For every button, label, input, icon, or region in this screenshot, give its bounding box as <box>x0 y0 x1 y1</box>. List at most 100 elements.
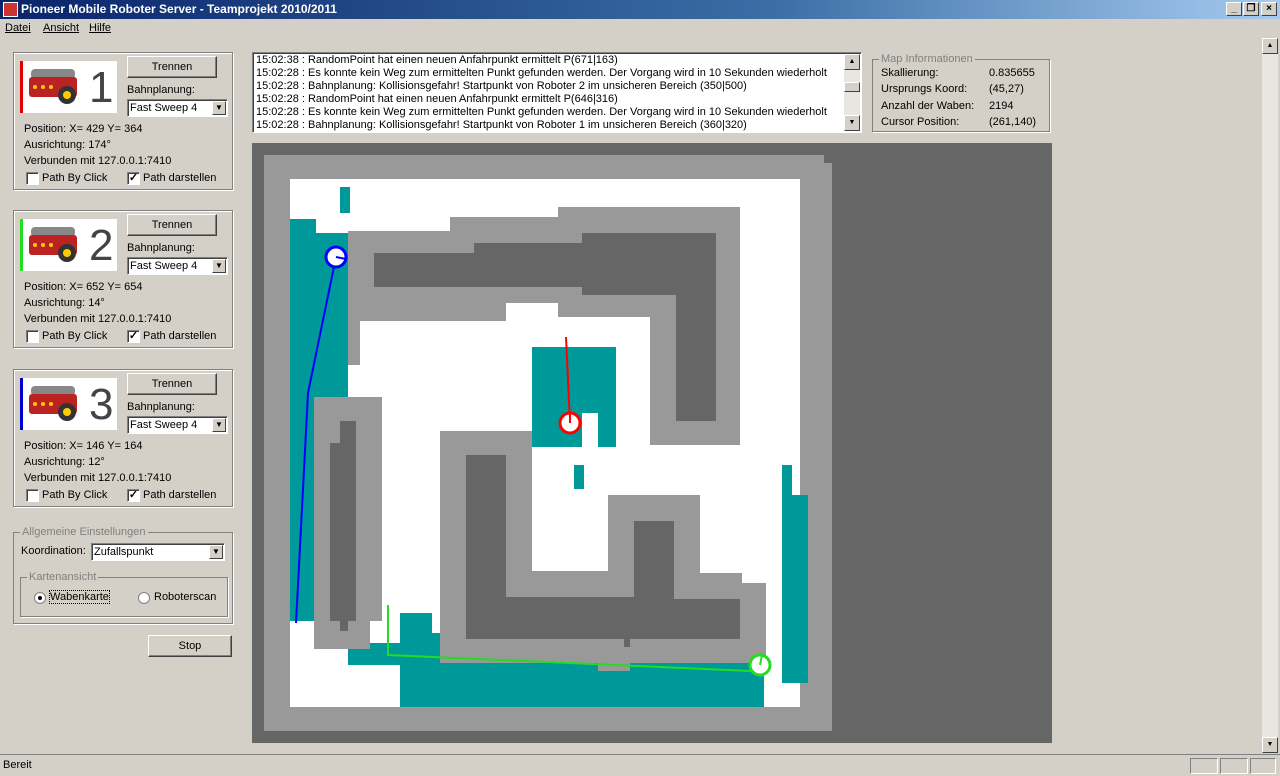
robot-2-marker[interactable] <box>748 653 772 677</box>
robot-connection: Verbunden mit 127.0.0.1:7410 <box>24 155 172 167</box>
status-text: Bereit <box>3 759 32 771</box>
robot-position: Position: X= 146 Y= 164 <box>24 440 143 452</box>
coordination-value: Zufallspunkt <box>94 546 154 558</box>
log-list[interactable]: 15:02:38 : RandomPoint hat einen neuen A… <box>252 52 862 133</box>
path-by-click-checkbox[interactable] <box>26 489 39 502</box>
log-scrollbar[interactable]: ▲ ▼ <box>844 54 860 131</box>
map-info-value: (45,27) <box>989 83 1024 95</box>
menu-hilfe[interactable]: Hilfe <box>89 22 111 34</box>
path-show-checkbox[interactable]: ✓ <box>127 330 140 343</box>
path-show-label[interactable]: Path darstellen <box>143 489 216 501</box>
robot-image: 2 <box>20 219 117 271</box>
window-scrollbar[interactable]: ▲ ▼ <box>1262 38 1278 753</box>
planning-select[interactable]: Fast Sweep 4 ▼ <box>127 99 228 117</box>
robot-1-marker[interactable] <box>558 411 582 435</box>
status-cell <box>1190 758 1218 774</box>
stop-button[interactable]: Stop <box>148 635 232 657</box>
path-by-click-label[interactable]: Path By Click <box>42 172 107 184</box>
scroll-up-icon[interactable]: ▲ <box>1262 38 1278 54</box>
planning-label: Bahnplanung: <box>127 401 195 413</box>
scroll-up-icon[interactable]: ▲ <box>844 54 860 70</box>
path-show-label[interactable]: Path darstellen <box>143 172 216 184</box>
general-settings-legend: Allgemeine Einstellungen <box>20 526 148 538</box>
chevron-down-icon[interactable]: ▼ <box>212 101 226 115</box>
robot-number: 2 <box>89 221 114 270</box>
coordination-select[interactable]: Zufallspunkt ▼ <box>91 543 225 561</box>
scroll-thumb[interactable] <box>844 82 860 92</box>
explored-right <box>782 465 808 683</box>
robot-panel-1: 1 Trennen Bahnplanung: Fast Sweep 4 ▼ Positio… <box>13 52 233 190</box>
path-show-checkbox[interactable]: ✓ <box>127 172 140 185</box>
coordination-label: Koordination: <box>21 545 86 557</box>
title-bar: Pioneer Mobile Roboter Server - Teamproj… <box>0 0 1280 19</box>
path-by-click-label[interactable]: Path By Click <box>42 489 107 501</box>
log-entry: 15:02:28 : Bahnplanung: Kollisionsgefahr… <box>256 80 747 92</box>
path-by-click-checkbox[interactable] <box>26 172 39 185</box>
robot-icon <box>29 386 77 421</box>
map-info-key: Cursor Position: <box>881 116 960 128</box>
path-show-checkbox[interactable]: ✓ <box>127 489 140 502</box>
status-cell <box>1220 758 1248 774</box>
radio-honeycomb-label[interactable]: Wabenkarte <box>49 590 110 604</box>
path-by-click-label[interactable]: Path By Click <box>42 330 107 342</box>
planning-value: Fast Sweep 4 <box>130 260 198 272</box>
disconnect-button[interactable]: Trennen <box>127 56 217 78</box>
planning-select[interactable]: Fast Sweep 4 ▼ <box>127 416 228 434</box>
planning-value: Fast Sweep 4 <box>130 102 198 114</box>
robot-orientation: Ausrichtung: 12° <box>24 456 105 468</box>
robot-image: 3 <box>20 378 117 430</box>
log-entry: 15:02:28 : Bahnplanung: Kollisionsgefahr… <box>256 119 747 131</box>
status-cell <box>1250 758 1276 774</box>
radio-honeycomb[interactable] <box>34 592 46 604</box>
explored-patch <box>574 465 584 489</box>
honeycomb-map[interactable] <box>252 143 1052 743</box>
map-view-group: Kartenansicht Wabenkarte Roboterscan <box>20 571 228 617</box>
robot-3-marker[interactable] <box>324 245 348 269</box>
robot-connection: Verbunden mit 127.0.0.1:7410 <box>24 313 172 325</box>
robot-icon <box>29 69 77 104</box>
minimize-button[interactable]: _ <box>1226 2 1242 16</box>
scroll-down-icon[interactable]: ▼ <box>844 115 860 131</box>
planning-label: Bahnplanung: <box>127 242 195 254</box>
robot-panel-2: 2 Trennen Bahnplanung: Fast Sweep 4 ▼ Positio… <box>13 210 233 348</box>
disconnect-button[interactable]: Trennen <box>127 373 217 395</box>
map-info-group: Map Informationen Skallierung: 0.835655 … <box>872 53 1050 132</box>
maximize-button[interactable]: ❐ <box>1243 2 1259 16</box>
robot-orientation: Ausrichtung: 14° <box>24 297 105 309</box>
path-by-click-checkbox[interactable] <box>26 330 39 343</box>
window-title: Pioneer Mobile Roboter Server - Teamproj… <box>21 2 337 16</box>
robot-number: 3 <box>89 380 114 429</box>
robot-icon <box>29 227 77 262</box>
map-info-key: Ursprungs Koord: <box>881 83 968 95</box>
map-info-value: 0.835655 <box>989 67 1035 79</box>
path-show-label[interactable]: Path darstellen <box>143 330 216 342</box>
map-view-legend: Kartenansicht <box>27 571 99 583</box>
chevron-down-icon[interactable]: ▼ <box>212 418 226 432</box>
log-entry: 15:02:38 : RandomPoint hat einen neuen A… <box>256 54 618 66</box>
menu-bar: Datei Ansicht Hilfe <box>0 19 1280 38</box>
disconnect-button[interactable]: Trennen <box>127 214 217 236</box>
robot-number: 1 <box>89 63 114 112</box>
close-button[interactable]: × <box>1261 2 1277 16</box>
general-settings-group: Allgemeine Einstellungen Koordination: Z… <box>13 526 233 624</box>
app-icon <box>3 2 18 17</box>
robot-position: Position: X= 429 Y= 364 <box>24 123 143 135</box>
chevron-down-icon[interactable]: ▼ <box>209 545 223 559</box>
robot-panel-3: 3 Trennen Bahnplanung: Fast Sweep 4 ▼ Positio… <box>13 369 233 507</box>
wall-left-dark <box>330 421 356 631</box>
robot-position: Position: X= 652 Y= 654 <box>24 281 143 293</box>
explored-patch <box>340 187 350 213</box>
radio-robotscan-label[interactable]: Roboterscan <box>154 591 216 603</box>
map-info-legend: Map Informationen <box>879 53 975 65</box>
map-info-value: (261,140) <box>989 116 1037 128</box>
map-info-key: Anzahl der Waben: <box>881 100 975 112</box>
menu-ansicht[interactable]: Ansicht <box>43 22 79 34</box>
planning-select[interactable]: Fast Sweep 4 ▼ <box>127 257 228 275</box>
scroll-down-icon[interactable]: ▼ <box>1262 737 1278 753</box>
planning-label: Bahnplanung: <box>127 84 195 96</box>
radio-robotscan[interactable] <box>138 592 150 604</box>
log-entry: 15:02:28 : RandomPoint hat einen neuen A… <box>256 93 618 105</box>
menu-datei[interactable]: Datei <box>5 22 31 34</box>
chevron-down-icon[interactable]: ▼ <box>212 259 226 273</box>
log-entry: 15:02:28 : Es konnte kein Weg zum ermitt… <box>256 67 827 79</box>
